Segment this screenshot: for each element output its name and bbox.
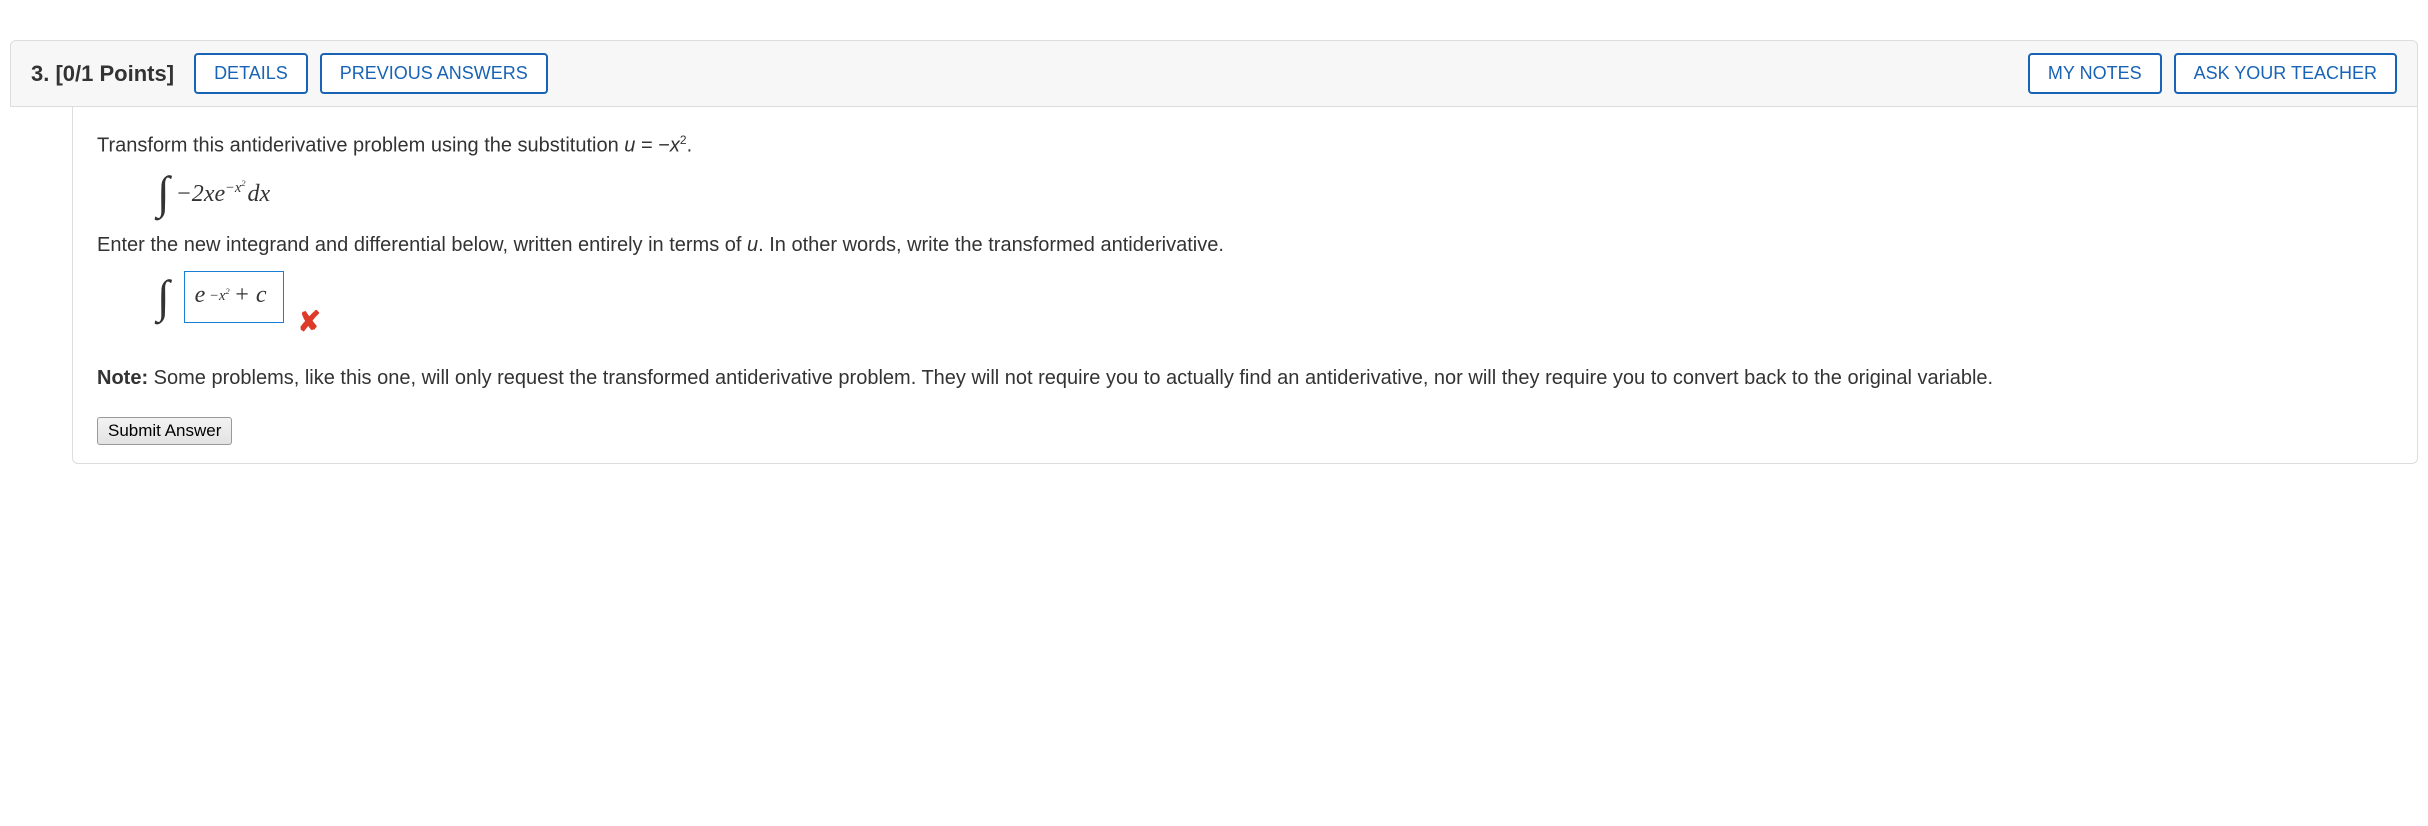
answer-row: ∫ e−x2 + c ✘: [157, 271, 2393, 323]
submit-answer-button[interactable]: Submit Answer: [97, 417, 232, 445]
neg: −: [658, 135, 670, 157]
ans-plus-c: + c: [234, 282, 267, 309]
integral-symbol: ∫: [157, 170, 170, 216]
equals: =: [635, 135, 658, 157]
qnum-n: 3.: [31, 61, 49, 86]
note-text: Some problems, like this one, will only …: [148, 367, 1993, 389]
int-exp: −x2: [225, 180, 245, 196]
prompt-prefix: Transform this antiderivative problem us…: [97, 135, 624, 157]
ans-exp-exp: 2: [225, 286, 229, 296]
previous-answers-button[interactable]: PREVIOUS ANSWERS: [320, 53, 548, 94]
ans-e: e: [195, 282, 206, 309]
int-coef: −2: [176, 181, 204, 207]
instruction-var: u: [747, 234, 758, 256]
int-e: e: [214, 181, 225, 207]
prompt-line: Transform this antiderivative problem us…: [97, 133, 2393, 158]
int-exp-exp: 2: [241, 178, 245, 188]
ask-your-teacher-button[interactable]: ASK YOUR TEACHER: [2174, 53, 2397, 94]
ans-exp: −x2: [209, 286, 229, 305]
instruction-line: Enter the new integrand and differential…: [97, 234, 2393, 257]
period: .: [687, 135, 693, 157]
sub-var: u: [624, 135, 635, 157]
question-number: 3. [0/1 Points]: [31, 61, 174, 87]
sub-exp: 2: [680, 133, 687, 147]
my-notes-button[interactable]: MY NOTES: [2028, 53, 2162, 94]
qnum-points: [0/1 Points]: [55, 61, 174, 86]
details-button[interactable]: DETAILS: [194, 53, 308, 94]
answer-input[interactable]: e−x2 + c: [184, 271, 284, 323]
instruction-suffix: . In other words, write the transformed …: [758, 234, 1224, 256]
answer-integral-symbol: ∫: [157, 274, 170, 320]
instruction-prefix: Enter the new integrand and differential…: [97, 234, 747, 256]
int-var: x: [204, 181, 215, 207]
int-dx: dx: [248, 181, 271, 207]
integral-display: ∫ −2xe−x2dx: [157, 170, 2393, 216]
ans-exp-neg: −: [209, 288, 219, 304]
question-body: Transform this antiderivative problem us…: [72, 107, 2418, 464]
sub-base: x: [670, 135, 680, 157]
note-block: Note: Some problems, like this one, will…: [97, 363, 2393, 393]
note-label: Note:: [97, 367, 148, 389]
question-header: 3. [0/1 Points] DETAILS PREVIOUS ANSWERS…: [10, 40, 2418, 107]
integrand: −2xe−x2dx: [176, 178, 271, 208]
int-exp-neg: −: [225, 180, 235, 196]
incorrect-icon: ✘: [298, 305, 321, 339]
